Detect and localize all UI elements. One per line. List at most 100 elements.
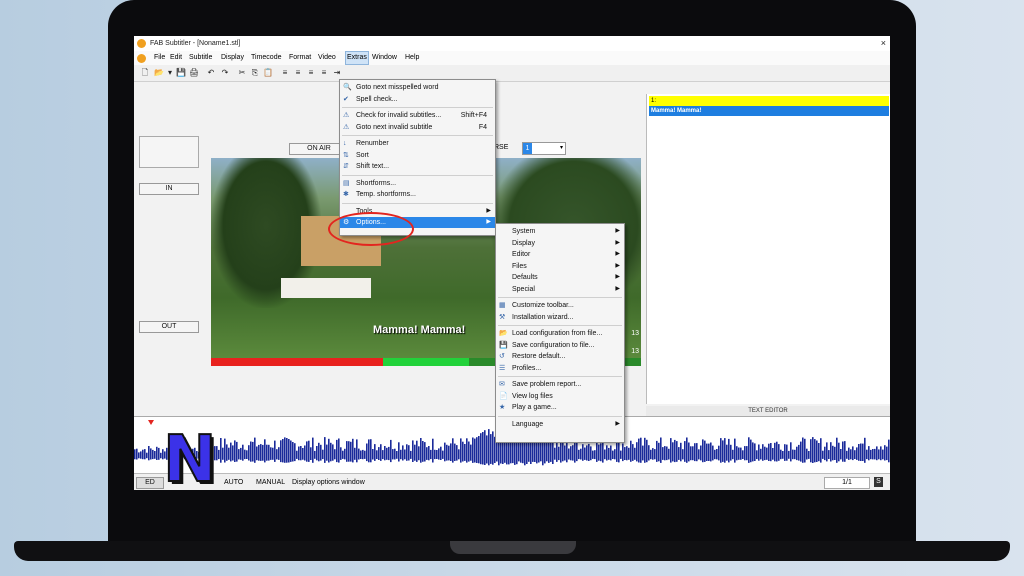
video-counter-top: 13: [631, 330, 639, 337]
s-button[interactable]: S: [874, 477, 883, 487]
menu-file[interactable]: File: [154, 51, 165, 65]
menu-item-label: Renumber: [356, 140, 389, 147]
overlay-logo: N: [162, 423, 218, 497]
toolbar: 🗋 📂 ▾ 💾 🖨 ↶ ↷ ✂ ⎘ 📋 ≡ ≡ ≡ ≡ ⇥: [134, 65, 890, 82]
menu-subtitle[interactable]: Subtitle: [189, 51, 212, 65]
paste-icon[interactable]: 📋: [263, 68, 273, 78]
open-folder-icon[interactable]: 📂: [154, 68, 164, 78]
menu-item-goto-next-misspelled-word[interactable]: 🔍 Goto next misspelled word: [340, 82, 495, 93]
menu-item-shortcut: Shift+F4: [460, 112, 487, 119]
renumber-icon: ↓: [343, 140, 347, 147]
subtitle-row-text[interactable]: Mamma! Mamma!: [649, 106, 889, 116]
menu-item-special[interactable]: Special ▶: [496, 284, 624, 295]
align-center-icon[interactable]: ≡: [293, 68, 303, 78]
subtitle-row-number[interactable]: 1:: [649, 96, 889, 106]
rse-select[interactable]: 1 ▾: [522, 142, 566, 155]
menu-item-play-a-game[interactable]: ★ Play a game...: [496, 402, 624, 413]
timebar-red-segment: [211, 358, 383, 366]
menu-display[interactable]: Display: [221, 51, 244, 65]
menu-item-installation-wizard[interactable]: ⚒ Installation wizard...: [496, 312, 624, 323]
restore-icon: ↺: [499, 353, 505, 360]
menu-window[interactable]: Window: [372, 51, 397, 65]
menu-separator: [342, 135, 493, 136]
print-icon[interactable]: 🖨: [189, 68, 199, 78]
title-bar: FAB Subtitler - [Noname1.stl] ×: [134, 36, 890, 51]
align-right-icon[interactable]: ≡: [306, 68, 316, 78]
menu-item-shift-text[interactable]: ⇵ Shift text...: [340, 161, 495, 172]
temp-shortforms-icon: ✱: [343, 191, 349, 198]
menu-item-label: Check for invalid subtitles...: [356, 112, 442, 119]
menu-item-save-configuration-to-file[interactable]: 💾 Save configuration to file...: [496, 340, 624, 351]
menu-item-restore-default[interactable]: ↺ Restore default...: [496, 351, 624, 362]
justify-icon[interactable]: ≡: [319, 68, 329, 78]
video-counter-bottom: 13: [631, 348, 639, 355]
menu-item-language[interactable]: Language ▶: [496, 419, 624, 430]
menu-item-profiles[interactable]: ☰ Profiles...: [496, 363, 624, 374]
menu-item-label: Installation wizard...: [512, 313, 574, 321]
menu-item-display[interactable]: Display ▶: [496, 238, 624, 249]
copy-icon[interactable]: ⎘: [250, 68, 260, 78]
menu-format[interactable]: Format: [289, 51, 311, 65]
subtitle-number: 1:: [651, 98, 657, 104]
cut-icon[interactable]: ✂: [237, 68, 247, 78]
menu-video[interactable]: Video: [318, 51, 336, 65]
menu-extras[interactable]: Extras: [345, 51, 369, 65]
new-file-icon[interactable]: 🗋: [140, 68, 150, 78]
menu-separator: [498, 376, 622, 377]
save-icon[interactable]: 💾: [176, 68, 186, 78]
menu-separator: [498, 325, 622, 326]
auto-mode[interactable]: AUTO: [224, 474, 243, 490]
menu-item-label: Profiles...: [512, 364, 542, 372]
menu-item-files[interactable]: Files ▶: [496, 261, 624, 272]
menu-item-label: System: [512, 228, 536, 235]
menu-item-goto-next-invalid-subtitle[interactable]: ⚠ Goto next invalid subtitle F4: [340, 122, 495, 133]
status-bar: ED AUTO MANUAL Display options window 1/…: [134, 473, 890, 490]
menu-item-customize-toolbar[interactable]: ▦ Customize toolbar...: [496, 300, 624, 311]
redo-icon[interactable]: ↷: [220, 68, 230, 78]
menu-item-label: Editor: [512, 251, 531, 258]
manual-mode[interactable]: MANUAL: [256, 474, 285, 490]
menu-item-system[interactable]: System ▶: [496, 226, 624, 237]
ed-button[interactable]: ED: [136, 477, 164, 489]
menu-item-sort[interactable]: ⇅ Sort: [340, 150, 495, 161]
undo-icon[interactable]: ↶: [206, 68, 216, 78]
menu-item-renumber[interactable]: ↓ Renumber: [340, 138, 495, 149]
menu-item-shortforms[interactable]: ▤ Shortforms...: [340, 178, 495, 189]
menu-item-label: Play a game...: [512, 404, 557, 411]
menu-item-check-for-invalid-subtitles[interactable]: ⚠ Check for invalid subtitles... Shift+F4: [340, 110, 495, 121]
status-message: Display options window: [292, 479, 365, 486]
laptop-notch: [450, 541, 576, 554]
load-config-icon: 📂: [499, 330, 508, 337]
menu-edit[interactable]: Edit: [170, 51, 182, 65]
in-button[interactable]: IN: [139, 183, 199, 195]
chevron-right-icon: ▶: [615, 262, 620, 269]
menu-separator: [498, 297, 622, 298]
menu-item-view-log-files[interactable]: 📄 View log files: [496, 391, 624, 402]
menu-timecode[interactable]: Timecode: [251, 51, 281, 65]
align-left-icon[interactable]: ≡: [280, 68, 290, 78]
app-menu-icon[interactable]: [137, 54, 146, 63]
menu-item-label: View log files: [512, 392, 553, 400]
report-icon: ✉: [499, 381, 505, 388]
dropdown-icon[interactable]: ▾: [165, 68, 175, 78]
rse-label: RSE: [494, 144, 509, 151]
warning-icon: ⚠: [343, 123, 350, 131]
profiles-icon: ☰: [499, 364, 506, 372]
menu-item-save-problem-report[interactable]: ✉ Save problem report...: [496, 379, 624, 390]
preview-box: [139, 136, 199, 168]
menu-item-temp-shortforms[interactable]: ✱ Temp. shortforms...: [340, 189, 495, 200]
menu-item-label: Display: [512, 239, 535, 247]
menu-item-defaults[interactable]: Defaults ▶: [496, 272, 624, 283]
out-button[interactable]: OUT: [139, 321, 199, 333]
menu-item-load-configuration-from-file[interactable]: 📂 Load configuration from file...: [496, 328, 624, 339]
warning-icon: ⚠: [343, 112, 350, 119]
chevron-right-icon: ▶: [615, 239, 620, 246]
indent-icon[interactable]: ⇥: [332, 68, 342, 78]
menu-help[interactable]: Help: [405, 51, 419, 65]
menu-item-editor[interactable]: Editor ▶: [496, 249, 624, 260]
menu-item-shortcut: F4: [478, 123, 487, 131]
menu-item-label: Spell check...: [356, 95, 398, 103]
window-close-button[interactable]: ×: [881, 36, 886, 51]
menu-item-spell-check[interactable]: ✔ Spell check...: [340, 94, 495, 105]
menu-item-label: Shift text...: [356, 163, 390, 170]
